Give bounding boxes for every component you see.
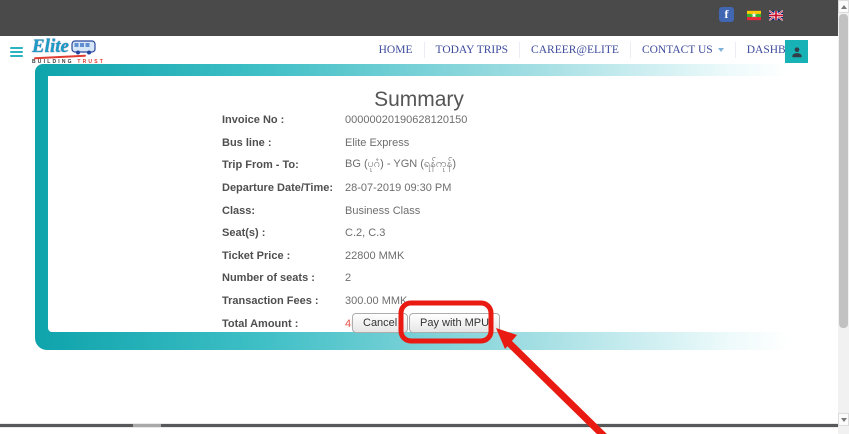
summary-card: Summary Invoice No :00000020190628120150… <box>35 64 790 350</box>
row-label: Seat(s) : <box>222 227 345 239</box>
summary-row: Departure Date/Time:28-07-2019 09:30 PM <box>48 177 790 200</box>
arrow-down-icon <box>841 418 847 422</box>
summary-row: Bus line :Elite Express <box>48 132 790 155</box>
row-label: Number of seats : <box>222 272 345 284</box>
cancel-button[interactable]: Cancel <box>352 313 408 333</box>
nav-item-career-elite[interactable]: CAREER@ELITE <box>520 42 631 58</box>
horizontal-scrollbar-track <box>0 424 838 427</box>
row-value: 00000020190628120150 <box>345 114 467 126</box>
nav-item-today-trips[interactable]: TODAY TRIPS <box>425 42 521 58</box>
pay-with-mpu-button[interactable]: Pay with MPU <box>409 313 500 333</box>
horizontal-scrollbar[interactable] <box>0 423 838 428</box>
nav-item-label: CONTACT US <box>642 44 713 56</box>
row-label: Total Amount : <box>222 318 345 330</box>
row-value: 2 <box>345 272 351 284</box>
facebook-icon[interactable]: f <box>719 7 734 22</box>
nav-item-label: HOME <box>379 44 413 56</box>
myanmar-flag-icon[interactable] <box>747 10 761 21</box>
main-navbar: Elite BUILDING TRUST HOME TODAY TRIPS CARE… <box>0 36 838 64</box>
horizontal-scrollbar-thumb[interactable] <box>133 424 161 427</box>
uk-flag-icon[interactable] <box>769 10 783 21</box>
row-label: Bus line : <box>222 137 345 149</box>
user-account-button[interactable] <box>785 40 808 63</box>
summary-card-body: Summary Invoice No :00000020190628120150… <box>48 76 790 332</box>
nav-item-label: TODAY TRIPS <box>436 44 509 56</box>
row-label: Transaction Fees : <box>222 295 345 307</box>
nav-item-home[interactable]: HOME <box>368 42 425 58</box>
summary-rows: Invoice No :00000020190628120150Bus line… <box>48 109 790 335</box>
browser-viewport: f Elite <box>0 0 849 434</box>
chevron-down-icon <box>718 48 724 52</box>
row-value: Elite Express <box>345 137 409 149</box>
summary-row: Trip From - To:BG (ပုဂံ) - YGN (ရန်ကုန်) <box>48 154 790 177</box>
scroll-up-button[interactable] <box>838 0 849 13</box>
summary-row: Invoice No :00000020190628120150 <box>48 109 790 132</box>
summary-row: Number of seats :2 <box>48 267 790 290</box>
person-icon <box>790 45 804 59</box>
brand-logo[interactable]: Elite BUILDING TRUST <box>32 37 118 65</box>
row-label: Invoice No : <box>222 114 345 126</box>
row-label: Trip From - To: <box>222 159 345 171</box>
main-nav: HOMETODAY TRIPSCAREER@ELITECONTACT USDAS… <box>368 36 794 64</box>
row-label: Class: <box>222 205 345 217</box>
arrow-up-icon <box>841 5 847 9</box>
menu-icon[interactable] <box>10 47 23 57</box>
row-value: BG (ပုဂံ) - YGN (ရန်ကုန်) <box>345 157 456 173</box>
bus-icon <box>71 38 97 56</box>
row-value: 22800 MMK <box>345 250 404 262</box>
scroll-down-button[interactable] <box>838 413 849 426</box>
vertical-scrollbar[interactable] <box>838 0 849 434</box>
row-value: 28-07-2019 09:30 PM <box>345 182 451 194</box>
vertical-scrollbar-thumb[interactable] <box>839 14 848 328</box>
brand-name: Elite <box>32 37 69 56</box>
row-label: Departure Date/Time: <box>222 182 345 194</box>
top-social-bar: f <box>0 0 838 36</box>
row-label: Ticket Price : <box>222 250 345 262</box>
summary-row: Transaction Fees :300.00 MMK <box>48 290 790 313</box>
summary-row: Seat(s) :C.2, C.3 <box>48 222 790 245</box>
summary-row: Class:Business Class <box>48 199 790 222</box>
summary-row: Ticket Price :22800 MMK <box>48 245 790 268</box>
nav-item-contact-us[interactable]: CONTACT US <box>631 42 736 58</box>
row-value: Business Class <box>345 205 420 217</box>
row-value: C.2, C.3 <box>345 227 385 239</box>
row-value: 300.00 MMK <box>345 295 407 307</box>
nav-item-label: CAREER@ELITE <box>531 44 619 56</box>
